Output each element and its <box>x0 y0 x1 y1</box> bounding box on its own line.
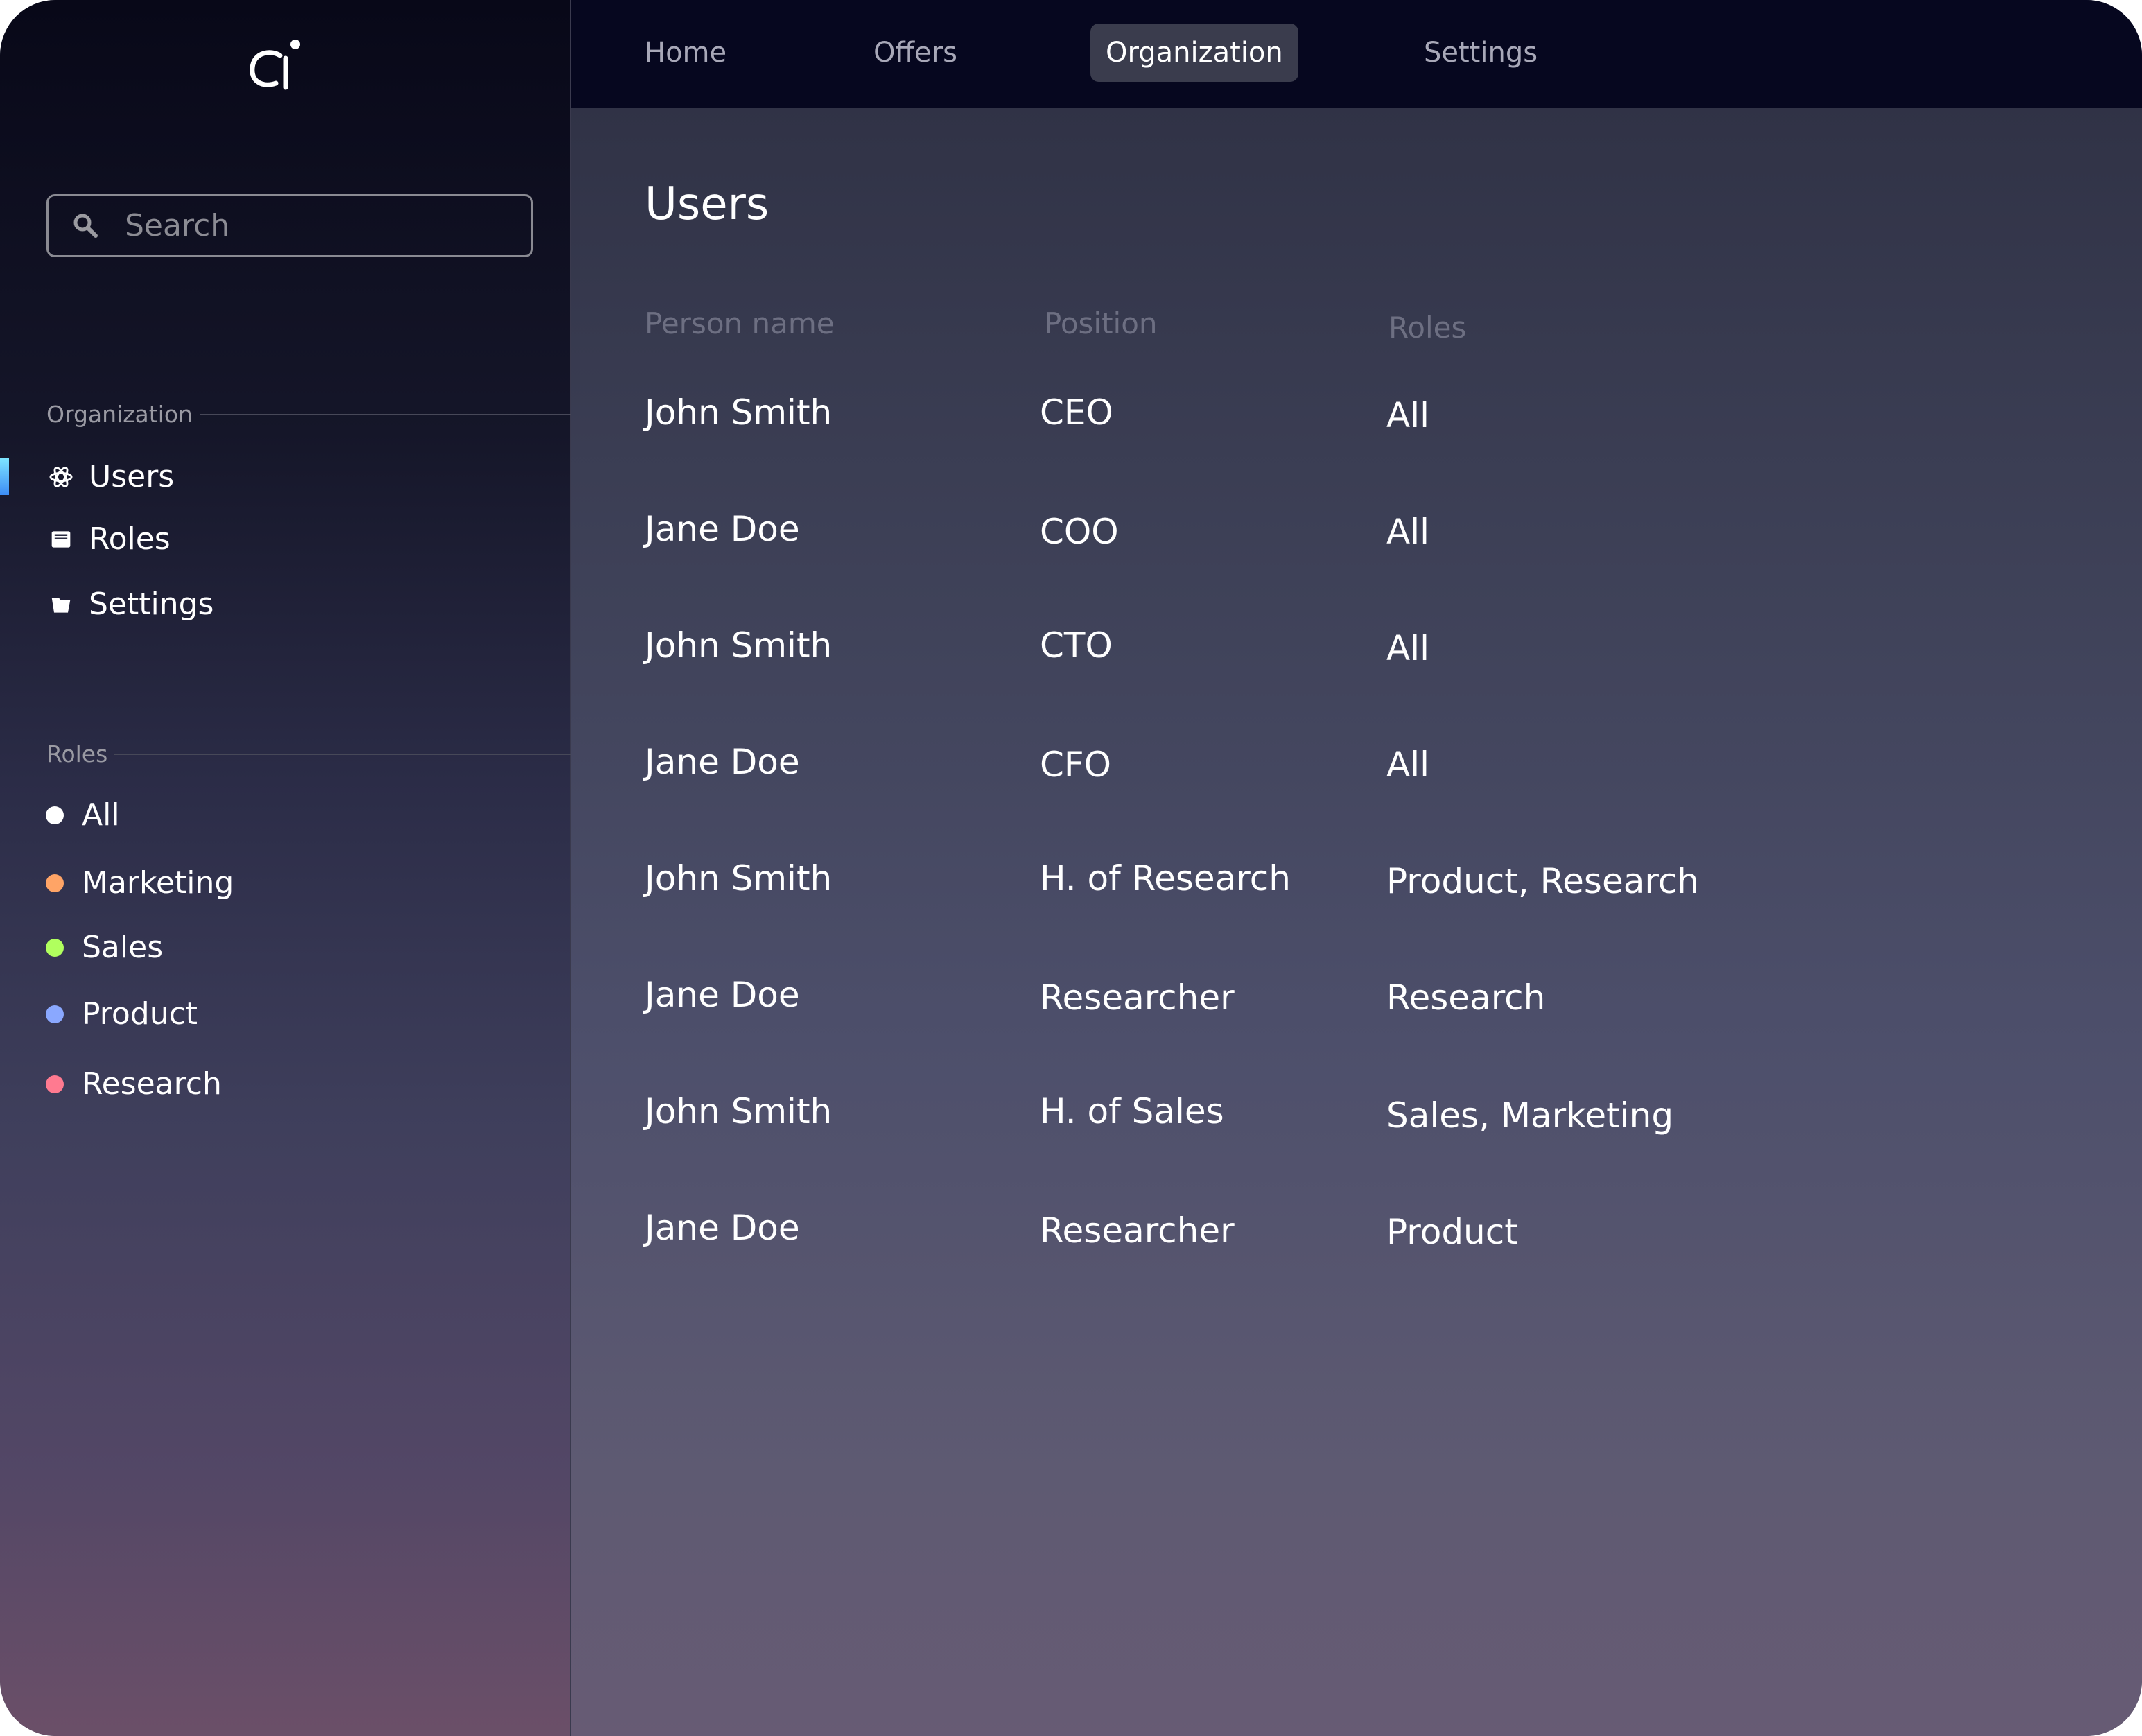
tab-organization[interactable]: Organization <box>1090 24 1298 82</box>
tab-offers[interactable]: Offers <box>858 24 973 82</box>
tab-home[interactable]: Home <box>629 24 742 82</box>
column-header-roles: Roles <box>1388 311 1467 345</box>
search-box[interactable] <box>46 194 533 257</box>
cell-roles: Sales, Marketing <box>1386 1095 1674 1136</box>
sidebar: Organization Users Roles Settings Roles … <box>0 0 571 1736</box>
role-color-dot <box>46 806 64 824</box>
cell-roles: Research <box>1386 978 1546 1018</box>
cell-roles: Product <box>1386 1212 1518 1252</box>
column-header-position: Position <box>1044 306 1158 340</box>
role-label: Sales <box>82 930 164 965</box>
sidebar-item-roles[interactable]: Roles <box>49 521 171 557</box>
top-nav: Home Offers Organization Settings <box>571 0 2142 108</box>
cell-name: John Smith <box>645 392 833 433</box>
cell-name: Jane Doe <box>645 509 800 549</box>
search-icon <box>73 214 98 238</box>
cell-roles: All <box>1386 512 1429 552</box>
column-header-name: Person name <box>645 306 835 340</box>
page-title: Users <box>645 179 769 230</box>
search-input[interactable] <box>125 208 513 243</box>
sidebar-item-label: Settings <box>89 587 214 622</box>
role-label: Product <box>82 996 198 1032</box>
cell-roles: All <box>1386 745 1429 785</box>
cell-roles: Product, Research <box>1386 861 1699 901</box>
roles-section-header: Roles <box>46 740 571 767</box>
cell-position: COO <box>1040 512 1119 552</box>
role-color-dot <box>46 874 64 892</box>
role-filter-research[interactable]: Research <box>46 1066 222 1102</box>
cell-position: Researcher <box>1040 1210 1235 1251</box>
role-color-dot <box>46 938 64 957</box>
cell-position: CEO <box>1040 392 1113 433</box>
cell-name: John Smith <box>645 625 833 666</box>
cell-position: H. of Sales <box>1040 1091 1224 1131</box>
folder-icon <box>49 592 73 617</box>
role-filter-product[interactable]: Product <box>46 996 198 1032</box>
cell-position: Researcher <box>1040 978 1235 1018</box>
role-label: Marketing <box>82 865 234 901</box>
cell-position: H. of Research <box>1040 858 1291 899</box>
role-color-dot <box>46 1005 64 1023</box>
role-label: All <box>82 797 120 833</box>
organization-section-header: Organization <box>46 401 571 428</box>
cell-roles: All <box>1386 395 1429 435</box>
role-color-dot <box>46 1075 64 1093</box>
inbox-icon <box>49 527 73 552</box>
cell-name: Jane Doe <box>645 742 800 782</box>
cell-name: John Smith <box>645 858 833 899</box>
app-window: Organization Users Roles Settings Roles … <box>0 0 2142 1736</box>
cell-name: John Smith <box>645 1091 833 1131</box>
divider <box>114 753 571 755</box>
sidebar-item-users[interactable]: Users <box>49 459 174 494</box>
role-filter-sales[interactable]: Sales <box>46 930 163 965</box>
sidebar-item-label: Users <box>89 459 175 494</box>
logo <box>250 40 300 90</box>
divider <box>199 413 571 415</box>
sidebar-item-settings[interactable]: Settings <box>49 587 214 622</box>
section-label: Roles <box>46 740 108 767</box>
active-indicator <box>0 458 9 495</box>
role-filter-marketing[interactable]: Marketing <box>46 865 234 901</box>
cell-roles: All <box>1386 628 1429 668</box>
role-filter-all[interactable]: All <box>46 797 120 833</box>
cell-position: CFO <box>1040 745 1112 785</box>
atom-icon <box>49 465 73 489</box>
tab-settings[interactable]: Settings <box>1409 24 1553 82</box>
role-label: Research <box>82 1066 222 1102</box>
sidebar-item-label: Roles <box>89 521 171 557</box>
cell-name: Jane Doe <box>645 1208 800 1248</box>
cell-name: Jane Doe <box>645 975 800 1015</box>
cell-position: CTO <box>1040 625 1113 666</box>
section-label: Organization <box>46 401 193 428</box>
